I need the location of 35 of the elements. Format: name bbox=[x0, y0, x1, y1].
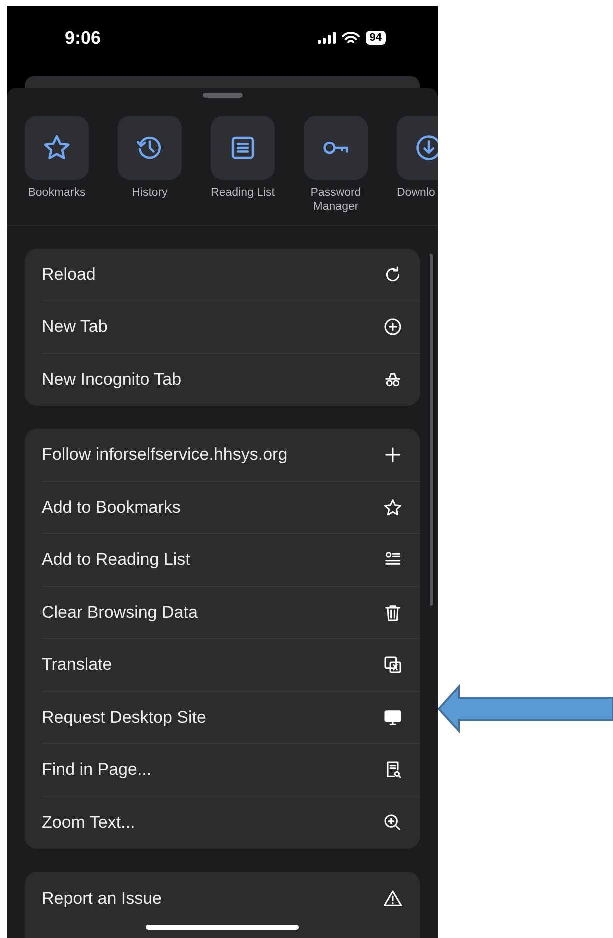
desktop-icon bbox=[383, 708, 403, 728]
wifi-icon bbox=[342, 32, 360, 44]
menu-item[interactable]: Add to Reading List bbox=[42, 534, 420, 587]
drag-handle[interactable] bbox=[202, 93, 242, 98]
plus-icon bbox=[383, 445, 403, 465]
menu-item[interactable]: Request Desktop Site bbox=[42, 692, 420, 744]
menu-item[interactable]: Report an Issue bbox=[42, 872, 420, 925]
shortcut-label: Password Manager bbox=[310, 186, 362, 215]
menu-item[interactable]: Add to Bookmarks bbox=[42, 482, 420, 534]
shortcut-label: Reading List bbox=[210, 186, 276, 200]
shortcut-label: Bookmarks bbox=[27, 186, 87, 200]
shortcut-button[interactable] bbox=[118, 116, 182, 180]
shortcut-label: History bbox=[131, 186, 169, 200]
translate-icon bbox=[383, 655, 403, 675]
shortcut-button[interactable] bbox=[304, 116, 368, 180]
warning-icon bbox=[383, 888, 403, 908]
menu-item[interactable]: New Incognito Tab bbox=[42, 354, 420, 406]
menu-item[interactable]: Clear Browsing Data bbox=[42, 586, 420, 640]
shortcut-button[interactable] bbox=[25, 116, 89, 180]
menu-item[interactable]: New Tab bbox=[42, 301, 420, 354]
menu-item[interactable]: Find in Page... bbox=[42, 744, 420, 797]
trash-icon bbox=[383, 602, 403, 622]
menu-item[interactable]: Translate bbox=[42, 639, 420, 692]
menu-item[interactable]: Zoom Text... bbox=[42, 796, 420, 850]
status-time: 9:06 bbox=[65, 28, 102, 48]
plus-circle-icon bbox=[383, 317, 403, 337]
download-icon bbox=[414, 133, 438, 163]
star-icon bbox=[383, 498, 403, 518]
shortcut-label: Downlo bbox=[397, 186, 436, 200]
battery-indicator: 94 bbox=[366, 31, 386, 45]
menu-item[interactable]: Reload bbox=[42, 248, 420, 302]
zoom-in-icon bbox=[383, 813, 403, 833]
signal-icon bbox=[318, 32, 336, 44]
menu-item[interactable]: Follow inforselfservice.hhsys.org bbox=[42, 429, 420, 482]
shortcut-button[interactable] bbox=[211, 116, 275, 180]
